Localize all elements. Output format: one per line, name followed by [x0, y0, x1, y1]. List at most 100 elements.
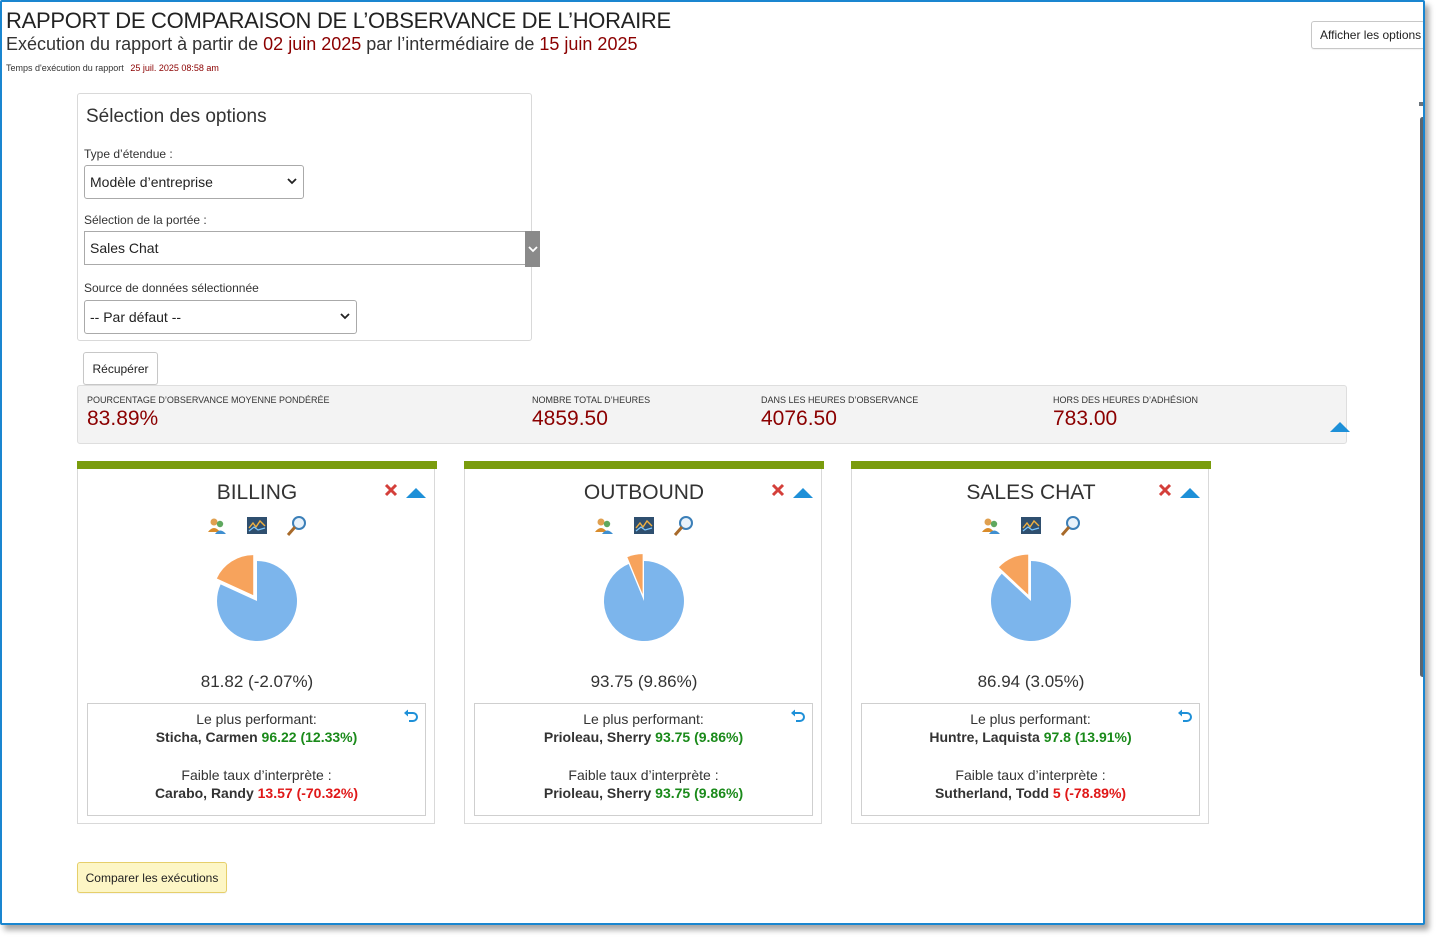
scope-selection-select[interactable]: Sales Chat [84, 231, 540, 267]
subtitle-mid: par l’intermédiaire de [366, 34, 535, 54]
card-actions [980, 515, 1090, 537]
magnify-icon[interactable] [286, 515, 308, 537]
data-source-select[interactable]: -- Par défaut -- [84, 300, 357, 334]
magnify-icon[interactable] [1060, 515, 1082, 537]
chevron-down-icon [340, 311, 350, 324]
card-actions [206, 515, 316, 537]
low-performer: Sutherland, Todd 5 (-78.89%) [862, 785, 1199, 801]
stat-in-adherence-hours: DANS LES HEURES D’OBSERVANCE 4076.50 [761, 395, 918, 431]
scroll-arrow[interactable] [1419, 102, 1423, 106]
start-date: 02 juin 2025 [263, 34, 362, 54]
card-actions [593, 515, 703, 537]
chevron-down-icon [287, 176, 297, 189]
report-subtitle: Exécution du rapport à partir de 02 juin… [6, 34, 637, 55]
performers-box: Le plus performant: Prioleau, Sherry 93.… [474, 703, 813, 816]
close-icon[interactable] [1158, 482, 1172, 500]
card-score: 93.75 (9.86%) [590, 672, 698, 691]
top-performer-label: Le plus performant: [196, 711, 317, 727]
trend-chart-icon[interactable] [633, 515, 655, 537]
queue-card-sales-chat: SALES CHAT 86.94 (3.05%) Le plus perform… [851, 461, 1211, 824]
low-performer-label: Faible taux d’interprète : [181, 767, 332, 783]
close-icon[interactable] [384, 482, 398, 500]
fetch-button[interactable]: Récupérer [83, 352, 158, 385]
card-title: OUTBOUND [583, 481, 705, 504]
low-performer: Carabo, Randy 13.57 (-70.32%) [88, 785, 425, 801]
top-performer-name: Prioleau, Sherry [543, 729, 652, 745]
summary-panel: POURCENTAGE D’OBSERVANCE MOYENNE PONDÉRÉ… [77, 385, 1350, 444]
pie-slice-adherent [991, 561, 1072, 641]
top-performer: Sticha, Carmen 96.22 (12.33%) [88, 729, 425, 745]
low-performer-value: 93.75 (9.86%) [655, 785, 744, 801]
agents-icon[interactable] [980, 515, 1002, 537]
card-score: 86.94 (3.05%) [977, 672, 1085, 691]
stat-weighted-adherence: POURCENTAGE D’OBSERVANCE MOYENNE PONDÉRÉ… [87, 395, 330, 431]
performers-box: Le plus performant: Sticha, Carmen 96.22… [87, 703, 426, 816]
adherence-pie-chart [603, 554, 684, 641]
low-performer-value: 5 (-78.89%) [1052, 785, 1127, 801]
page-title: RAPPORT DE COMPARAISON DE L’OBSERVANCE D… [6, 8, 671, 33]
top-performer: Prioleau, Sherry 93.75 (9.86%) [475, 729, 812, 745]
queue-card-billing: BILLING 81.82 (-2.07%) Le plus performan… [77, 461, 437, 824]
stat-label: HORS DES HEURES D’ADHÉSION [1053, 395, 1199, 405]
show-options-button[interactable]: Afficher les options [1311, 21, 1423, 49]
stat-label: NOMBRE TOTAL D’HEURES [532, 395, 651, 405]
low-performer: Prioleau, Sherry 93.75 (9.86%) [475, 785, 812, 801]
low-performer-label: Faible taux d’interprète : [955, 767, 1106, 783]
close-icon[interactable] [771, 482, 785, 500]
collapse-up-icon[interactable] [406, 485, 426, 503]
options-panel: Sélection des options Type d’étendue : M… [77, 93, 540, 341]
top-performer-value: 97.8 (13.91%) [1043, 729, 1132, 745]
card-accent-bar [851, 461, 1211, 469]
low-performer-name: Prioleau, Sherry [543, 785, 652, 801]
data-source-value: -- Par défaut -- [90, 309, 182, 325]
pie-slice-adherent [603, 561, 684, 641]
stat-out-adherence-hours: HORS DES HEURES D’ADHÉSION 783.00 [1053, 395, 1198, 431]
stat-label: POURCENTAGE D’OBSERVANCE MOYENNE PONDÉRÉ… [87, 395, 330, 405]
trend-chart-icon[interactable] [1020, 515, 1042, 537]
card-accent-bar [464, 461, 824, 469]
stat-value: 4076.50 [761, 407, 837, 430]
collapse-up-icon[interactable] [793, 485, 813, 503]
queue-card-outbound: OUTBOUND 93.75 (9.86%) Le plus performan… [464, 461, 824, 824]
stat-value: 4859.50 [532, 407, 608, 430]
scope-selection-label: Sélection de la portée : [84, 213, 207, 227]
end-date: 15 juin 2025 [539, 34, 638, 54]
scope-type-label: Type d’étendue : [84, 147, 173, 161]
compare-runs-button[interactable]: Comparer les exécutions [77, 862, 227, 893]
performers-box: Le plus performant: Huntre, Laquista 97.… [861, 703, 1200, 816]
subtitle-prefix: Exécution du rapport à partir de [6, 34, 259, 54]
card-title: SALES CHAT [966, 481, 1096, 504]
vertical-scrollbar[interactable] [1420, 117, 1423, 677]
adherence-pie-chart [991, 554, 1072, 641]
agents-icon[interactable] [593, 515, 615, 537]
chevron-down-icon[interactable] [525, 231, 540, 267]
card-title: BILLING [216, 481, 298, 504]
collapse-up-icon[interactable] [1330, 419, 1350, 437]
stat-value: 783.00 [1053, 407, 1118, 430]
stat-label: DANS LES HEURES D’OBSERVANCE [761, 395, 919, 405]
adherence-pie-chart [216, 555, 298, 641]
trend-chart-icon[interactable] [246, 515, 268, 537]
scope-type-value: Modèle d’entreprise [90, 174, 213, 190]
stat-value: 83.89% [87, 407, 159, 430]
runtime-line: Temps d'exécution du rapport 25 juil. 20… [6, 63, 219, 73]
top-performer-label: Le plus performant: [583, 711, 704, 727]
data-source-label: Source de données sélectionnée [84, 281, 259, 295]
stat-total-hours: NOMBRE TOTAL D’HEURES 4859.50 [532, 395, 650, 431]
top-performer-value: 93.75 (9.86%) [655, 729, 744, 745]
agents-icon[interactable] [206, 515, 228, 537]
collapse-up-icon[interactable] [1180, 485, 1200, 503]
top-performer-label: Le plus performant: [970, 711, 1091, 727]
top-performer-value: 96.22 (12.33%) [261, 729, 358, 745]
scope-selection-value: Sales Chat [90, 240, 159, 256]
card-accent-bar [77, 461, 437, 469]
magnify-icon[interactable] [673, 515, 695, 537]
runtime-value: 25 juil. 2025 08:58 am [130, 63, 219, 73]
report-window: RAPPORT DE COMPARAISON DE L’OBSERVANCE D… [0, 0, 1425, 925]
low-performer-name: Carabo, Randy [154, 785, 254, 801]
runtime-label: Temps d'exécution du rapport [6, 63, 124, 73]
scope-type-select[interactable]: Modèle d’entreprise [84, 165, 304, 199]
top-performer-name: Sticha, Carmen [155, 729, 258, 745]
low-performer-name: Sutherland, Todd [934, 785, 1050, 801]
card-score: 81.82 (-2.07%) [200, 672, 314, 691]
